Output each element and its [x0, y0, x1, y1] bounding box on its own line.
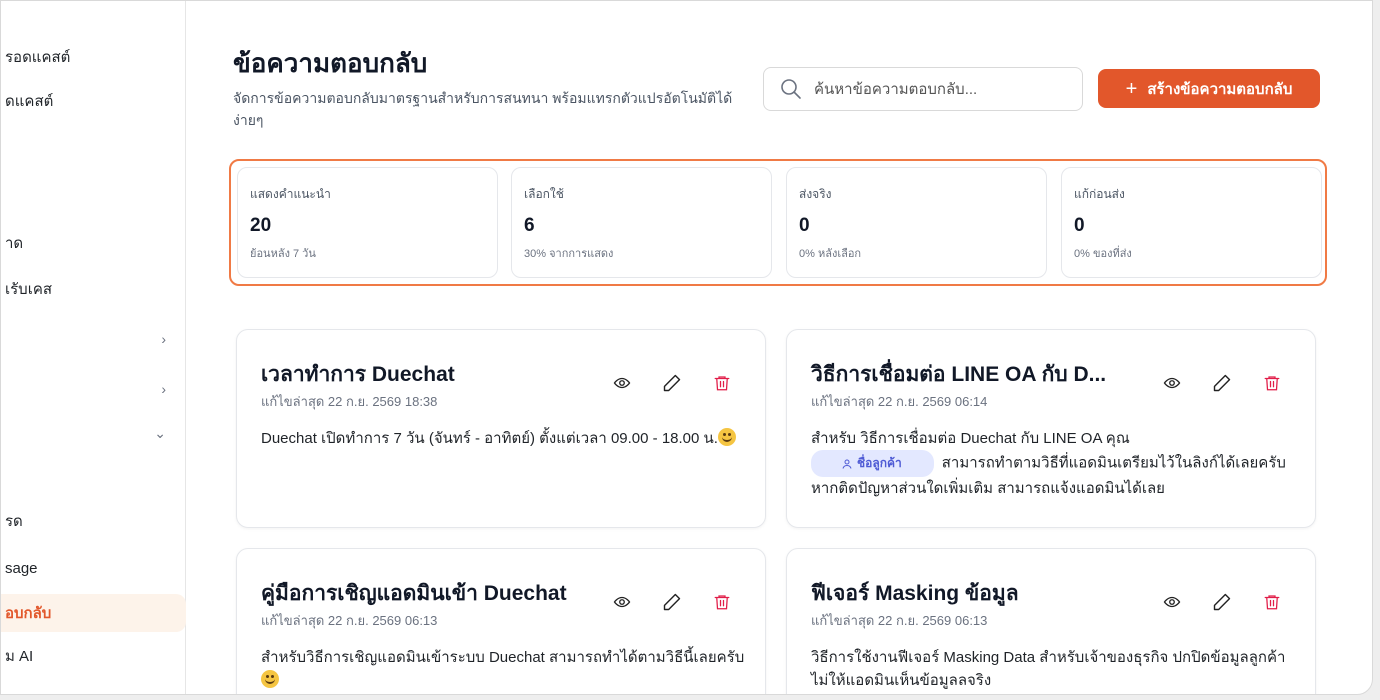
card-actions: [597, 368, 747, 398]
card-title: ฟีเจอร์ Masking ข้อมูล: [811, 582, 1019, 605]
trash-icon[interactable]: [1247, 368, 1297, 398]
card-body: สำหรับ วิธีการเชื่อมต่อ Duechat กับ LINE…: [811, 427, 1301, 500]
sidebar-item-ai[interactable]: ม AI: [1, 638, 186, 674]
stat-value: 6: [524, 215, 535, 236]
sidebar-item-group-2[interactable]: ›: [1, 371, 186, 407]
sidebar-item-label: รอดแคสต์: [5, 49, 71, 66]
trash-icon[interactable]: [697, 368, 747, 398]
eye-icon[interactable]: [1147, 368, 1197, 398]
stat-card-selected: เลือกใช้ 6 30% จากการแสดง: [511, 167, 772, 278]
stat-value: 0: [799, 215, 810, 236]
card-body: วิธีการใช้งานฟีเจอร์ Masking Data สำหรับ…: [811, 649, 1286, 689]
sidebar: รอดแคสต์ ดแคสต์ าด เรับเคส › › ⌄ รด sage…: [1, 1, 186, 694]
trash-icon[interactable]: [697, 587, 747, 617]
card-actions: [1147, 587, 1297, 617]
sidebar-item-group-1[interactable]: ›: [1, 321, 186, 357]
sidebar-item-label: าด: [5, 235, 24, 252]
eye-icon[interactable]: [597, 587, 647, 617]
chevron-right-icon: ›: [161, 331, 166, 347]
sidebar-item-label: ม AI: [5, 648, 34, 665]
sidebar-item-order[interactable]: รด: [1, 503, 186, 539]
smile-emoji-icon: [261, 670, 279, 688]
stat-label: ส่งจริง: [799, 187, 832, 201]
sidebar-item-market[interactable]: าด: [1, 225, 186, 261]
stat-note: 0% ของที่ส่ง: [1074, 248, 1132, 260]
reply-card[interactable]: คู่มือการเชิญแอดมินเข้า Duechat แก้ไขล่า…: [236, 548, 766, 694]
card-body-text: สำหรับ วิธีการเชื่อมต่อ Duechat กับ LINE…: [811, 430, 1130, 447]
stat-note: ย้อนหลัง 7 วัน: [250, 248, 316, 260]
pencil-icon[interactable]: [1197, 368, 1247, 398]
sidebar-item-label: อบกลับ: [5, 605, 52, 622]
app-frame: รอดแคสต์ ดแคสต์ าด เรับเคส › › ⌄ รด sage…: [0, 0, 1373, 695]
sidebar-item-quick-replies[interactable]: อบกลับ: [1, 594, 186, 632]
sidebar-item-broadcast[interactable]: รอดแคสต์: [1, 39, 186, 75]
stat-note: 0% หลังเลือก: [799, 248, 862, 260]
chip-label: ชื่อลูกค้า: [857, 456, 902, 470]
pencil-icon[interactable]: [647, 368, 697, 398]
sidebar-item-message[interactable]: sage: [1, 550, 186, 586]
card-title: คู่มือการเชิญแอดมินเข้า Duechat: [261, 582, 567, 605]
stat-value: 20: [250, 215, 272, 236]
search-input[interactable]: [814, 80, 1054, 98]
stat-note: 30% จากการแสดง: [524, 248, 614, 260]
sidebar-item-broadcast-2[interactable]: ดแคสต์: [1, 83, 186, 119]
reply-card[interactable]: วิธีการเชื่อมต่อ LINE OA กับ D... แก้ไขล…: [786, 329, 1316, 528]
eye-icon[interactable]: [597, 368, 647, 398]
card-actions: [597, 587, 747, 617]
stats-panel: แสดงคำแนะนำ 20 ย้อนหลัง 7 วัน เลือกใช้ 6…: [229, 159, 1327, 286]
card-title: วิธีการเชื่อมต่อ LINE OA กับ D...: [811, 363, 1107, 386]
sidebar-item-label: ดแคสต์: [5, 93, 54, 110]
chevron-right-icon: ›: [161, 381, 166, 397]
sidebar-item-label: sage: [5, 559, 38, 577]
search-icon: [780, 78, 802, 100]
stat-label: เลือกใช้: [524, 187, 564, 201]
page-subtitle: จัดการข้อความตอบกลับมาตรฐานสำหรับการสนทน…: [233, 90, 733, 128]
create-reply-button[interactable]: + สร้างข้อความตอบกลับ: [1098, 69, 1320, 108]
page-title: ข้อความตอบกลับ: [233, 48, 428, 78]
plus-icon: +: [1125, 77, 1138, 100]
chevron-down-icon: ⌄: [154, 425, 166, 441]
card-body: Duechat เปิดทำการ 7 วัน (จันทร์ - อาทิตย…: [261, 427, 751, 450]
user-icon: [842, 459, 852, 469]
stat-card-sent: ส่งจริง 0 0% หลังเลือก: [786, 167, 1047, 278]
card-title: เวลาทำการ Duechat: [261, 363, 455, 386]
card-date: แก้ไขล่าสุด 22 ก.ย. 2569 18:38: [261, 394, 438, 409]
sidebar-item-cases[interactable]: เรับเคส: [1, 271, 186, 307]
card-date: แก้ไขล่าสุด 22 ก.ย. 2569 06:13: [261, 613, 438, 628]
stat-label: แสดงคำแนะนำ: [250, 187, 331, 201]
pencil-icon[interactable]: [647, 587, 697, 617]
eye-icon[interactable]: [1147, 587, 1197, 617]
pencil-icon[interactable]: [1197, 587, 1247, 617]
stat-value: 0: [1074, 215, 1085, 236]
stat-card-edited: แก้ก่อนส่ง 0 0% ของที่ส่ง: [1061, 167, 1322, 278]
sidebar-item-label: รด: [5, 513, 23, 530]
card-body-text: สำหรับวิธีการเชิญแอดมินเข้าระบบ Duechat …: [261, 649, 745, 666]
card-date: แก้ไขล่าสุด 22 ก.ย. 2569 06:14: [811, 394, 988, 409]
sidebar-item-group-3[interactable]: ⌄: [1, 419, 186, 455]
sidebar-item-label: เรับเคส: [5, 281, 53, 298]
card-body-text: Duechat เปิดทำการ 7 วัน (จันทร์ - อาทิตย…: [261, 430, 718, 447]
smile-emoji-icon: [717, 428, 736, 446]
trash-icon[interactable]: [1247, 587, 1297, 617]
card-actions: [1147, 368, 1297, 398]
search-box[interactable]: [763, 67, 1083, 111]
card-body: สำหรับวิธีการเชิญแอดมินเข้าระบบ Duechat …: [261, 646, 751, 692]
create-reply-label: สร้างข้อความตอบกลับ: [1147, 80, 1293, 98]
reply-card[interactable]: ฟีเจอร์ Masking ข้อมูล แก้ไขล่าสุด 22 ก.…: [786, 548, 1316, 694]
stat-label: แก้ก่อนส่ง: [1074, 187, 1125, 201]
reply-card[interactable]: เวลาทำการ Duechat แก้ไขล่าสุด 22 ก.ย. 25…: [236, 329, 766, 528]
stat-card-suggested: แสดงคำแนะนำ 20 ย้อนหลัง 7 วัน: [237, 167, 498, 278]
card-date: แก้ไขล่าสุด 22 ก.ย. 2569 06:13: [811, 613, 988, 628]
customer-name-variable-chip[interactable]: ชื่อลูกค้า: [811, 450, 934, 477]
